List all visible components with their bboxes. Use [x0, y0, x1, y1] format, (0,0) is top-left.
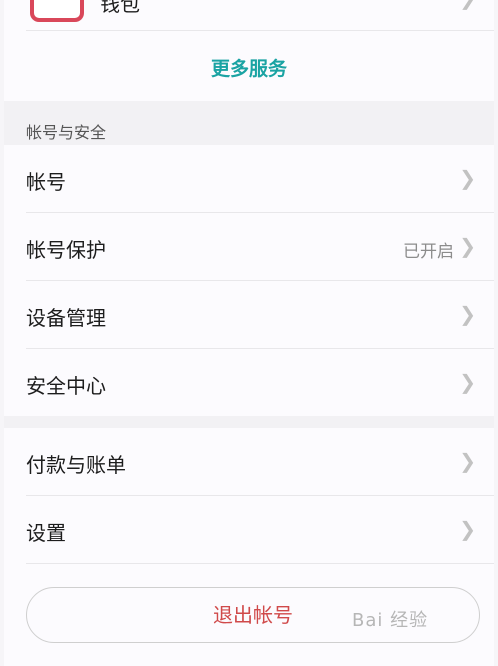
menu-item-device-management[interactable]: 设备管理 ❯ [4, 281, 494, 348]
section-title: 帐号与安全 [26, 123, 107, 142]
chevron-right-icon: ❯ [459, 517, 476, 541]
section-gap [4, 416, 494, 428]
menu-item-label: 帐号 [26, 170, 66, 194]
menu-item-label: 设备管理 [26, 306, 106, 330]
menu-item-account[interactable]: 帐号 ❯ [4, 145, 494, 212]
chevron-right-icon: ❯ [459, 449, 476, 473]
more-services-link[interactable]: 更多服务 [4, 54, 494, 81]
menu-item-label: 付款与账单 [26, 453, 126, 477]
chevron-right-icon: ❯ [459, 234, 476, 258]
divider [26, 30, 494, 31]
section-header-account-security: 帐号与安全 [4, 101, 494, 145]
chevron-right-icon: ❯ [459, 302, 476, 326]
chevron-right-icon: ❯ [459, 0, 476, 10]
menu-item-settings[interactable]: 设置 ❯ [4, 496, 494, 563]
watermark: Bai 经验 [352, 610, 429, 631]
wallet-icon [30, 0, 84, 22]
menu-item-label: 帐号保护 [26, 238, 106, 262]
wallet-row[interactable]: 钱包 ❯ [4, 0, 494, 30]
menu-item-account-protection[interactable]: 帐号保护 已开启 ❯ [4, 213, 494, 280]
status-value: 已开启 [403, 242, 454, 262]
menu-item-label: 安全中心 [26, 374, 106, 398]
menu-item-label: 设置 [26, 521, 66, 545]
chevron-right-icon: ❯ [459, 370, 476, 394]
divider [26, 563, 494, 564]
chevron-right-icon: ❯ [459, 166, 476, 190]
menu-item-security-center[interactable]: 安全中心 ❯ [4, 349, 494, 416]
menu-item-payment-billing[interactable]: 付款与账单 ❯ [4, 428, 494, 495]
account-page: 钱包 ❯ 更多服务 帐号与安全 帐号 ❯ 帐号保护 已开启 ❯ 设备管理 ❯ 安… [4, 0, 494, 666]
wallet-label: 钱包 [100, 0, 140, 16]
